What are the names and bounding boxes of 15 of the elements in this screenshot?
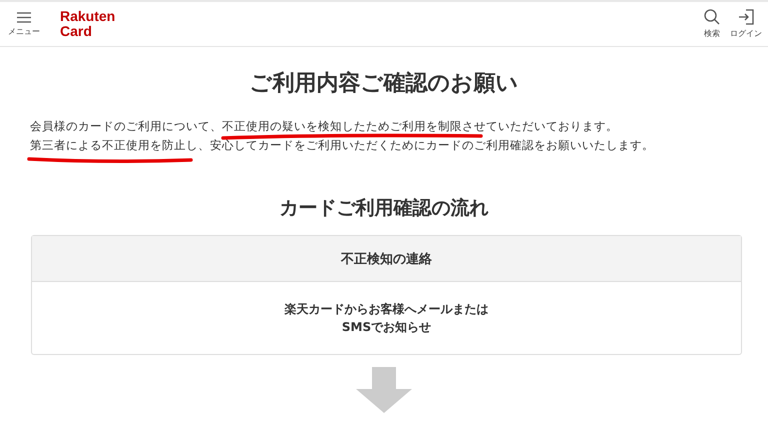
- intro-text: 第三者による不正使用を防止し、安心してカードをご利用いただくためにカードのご利用確認をお願いいたします。: [30, 138, 654, 153]
- login-button[interactable]: ログイン: [730, 9, 762, 39]
- step-text: SMSでお知らせ: [342, 319, 432, 336]
- menu-button[interactable]: メニュー: [8, 12, 40, 36]
- step-heading: 不正検知の連絡: [32, 236, 741, 282]
- step-text: 楽天カードからお客様へメールまたは: [284, 301, 488, 318]
- page-title: ご利用内容ご確認のお願い: [248, 70, 520, 98]
- login-icon: [738, 9, 754, 25]
- menu-icon: [17, 12, 31, 22]
- section-title: カードご利用確認の流れ: [278, 196, 490, 221]
- search-button[interactable]: 検索: [704, 9, 720, 39]
- intro-text: 会員様のカードのご利用について、不正使用の疑いを検知したためご利用を制限させていただいております。: [30, 119, 618, 134]
- search-icon: [704, 9, 720, 25]
- logo[interactable]: Rakuten Card: [60, 9, 116, 39]
- down-arrow-icon: [356, 367, 412, 413]
